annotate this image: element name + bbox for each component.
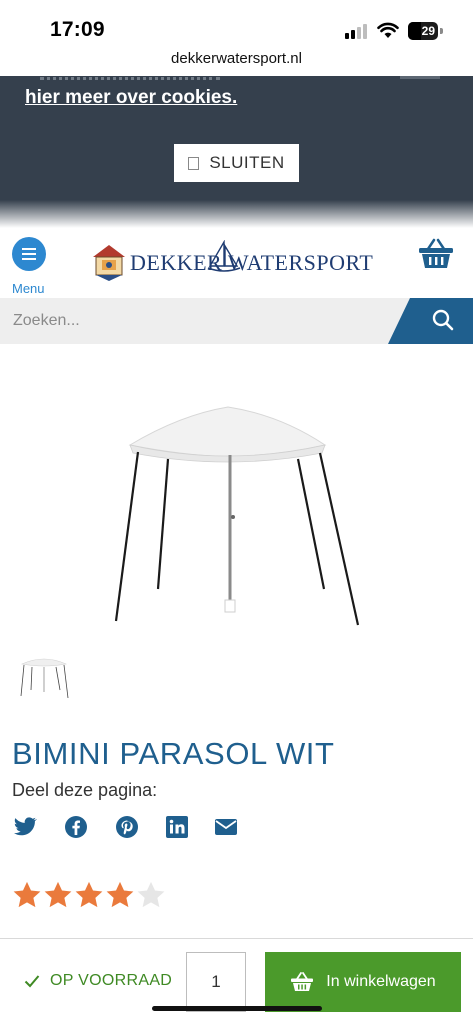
cookie-close-button[interactable]: SLUITEN: [174, 144, 299, 182]
url-bar[interactable]: dekkerwatersport.nl: [0, 50, 473, 67]
search-button[interactable]: [388, 298, 473, 344]
product-thumbnail[interactable]: [16, 650, 72, 702]
star-filled-icon: [106, 881, 134, 908]
basket-icon: [291, 972, 314, 991]
product-image[interactable]: [100, 395, 370, 635]
pinterest-icon[interactable]: [115, 815, 139, 839]
checkbox-icon: [188, 156, 200, 170]
search-bar: [0, 298, 473, 344]
page: 17:09 29 dekkerwatersport.nl hier meer o…: [0, 0, 473, 1024]
battery-nub: [440, 28, 443, 34]
twitter-icon[interactable]: [13, 815, 37, 839]
rating-stars: [12, 880, 166, 910]
star-filled-icon: [75, 881, 103, 908]
product-title: BIMINI PARASOL WIT: [12, 736, 335, 771]
cookie-text-cutoff: [40, 76, 220, 80]
hamburger-icon-line: [22, 258, 36, 260]
menu-label[interactable]: Menu: [12, 281, 45, 296]
cookie-info-link[interactable]: hier meer over cookies.: [25, 87, 237, 109]
purchase-bar: OP VOORRAAD 1 In winkelwagen: [0, 938, 473, 1024]
star-filled-icon: [13, 881, 41, 908]
stock-status: OP VOORRAAD: [24, 972, 172, 990]
status-time: 17:09: [50, 18, 105, 41]
mail-icon[interactable]: [214, 815, 238, 839]
star-empty-icon: [137, 881, 165, 908]
battery-icon: 29: [408, 22, 438, 40]
cellular-signal-icon: [345, 23, 369, 39]
logo-sailboat-icon: [207, 240, 241, 272]
hamburger-icon: [22, 248, 36, 250]
status-bar: 17:09 29: [0, 0, 473, 50]
linkedin-icon[interactable]: [165, 815, 189, 839]
site-logo[interactable]: DEKKER WATERSPORT: [92, 240, 374, 282]
cookie-banner-fade: [0, 200, 473, 228]
shopping-basket-icon[interactable]: [418, 238, 454, 270]
search-icon: [432, 309, 454, 331]
search-input[interactable]: [0, 298, 400, 344]
wifi-icon: [377, 22, 399, 38]
cookie-close-label: SLUITEN: [209, 153, 285, 172]
home-indicator: [152, 1006, 322, 1011]
check-icon: [24, 975, 40, 988]
logo-text: DEKKER WATERSPORT: [130, 250, 374, 275]
logo-crest-icon: [93, 245, 125, 281]
facebook-icon[interactable]: [64, 815, 88, 839]
add-to-cart-label: In winkelwagen: [326, 973, 436, 990]
stock-text: OP VOORRAAD: [50, 972, 173, 989]
cookie-text-cutoff-right: [400, 76, 440, 79]
add-to-cart-button[interactable]: In winkelwagen: [265, 952, 461, 1012]
hamburger-icon-line: [22, 253, 36, 255]
share-label: Deel deze pagina:: [12, 780, 158, 800]
menu-button[interactable]: [12, 237, 46, 271]
quantity-input[interactable]: 1: [186, 952, 246, 1012]
star-filled-icon: [44, 881, 72, 908]
